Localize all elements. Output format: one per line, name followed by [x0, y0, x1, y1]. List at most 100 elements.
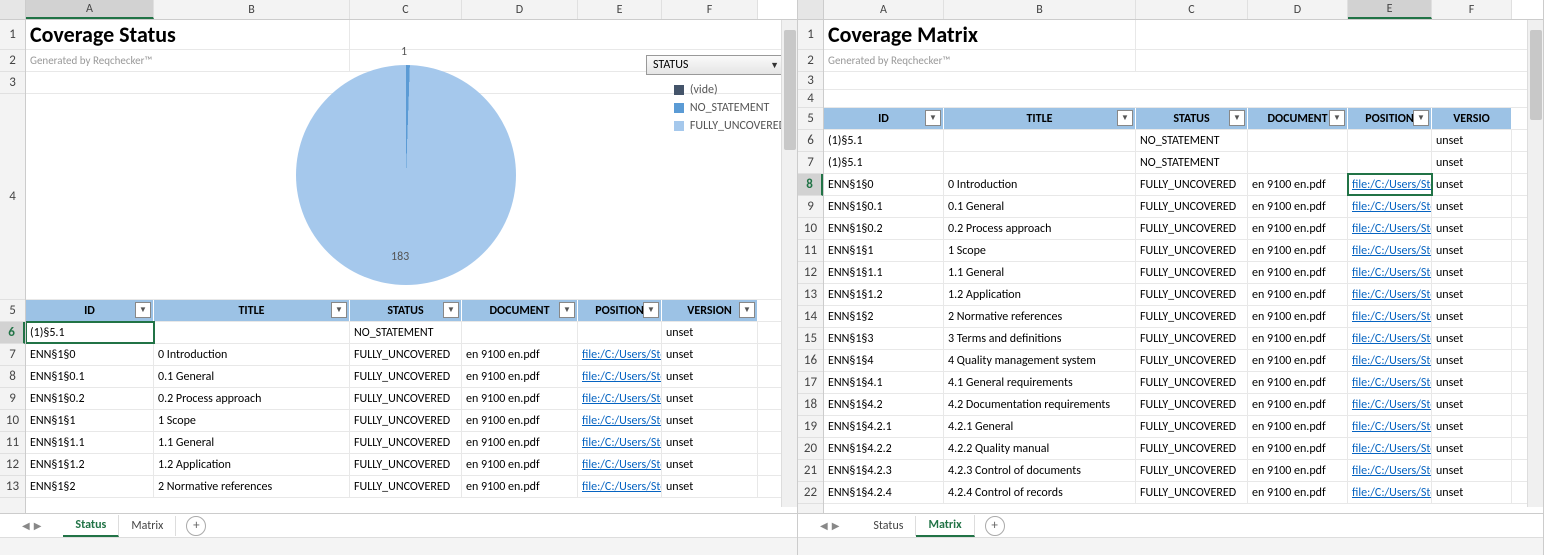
cell[interactable]: ENN§1§4.2.4: [824, 482, 944, 503]
file-link[interactable]: file:/C:/Users/Ste: [582, 414, 662, 428]
file-link[interactable]: file:/C:/Users/Ste: [1352, 354, 1432, 368]
cell[interactable]: unset: [662, 388, 758, 409]
filter-dropdown-icon[interactable]: ▼: [1413, 110, 1429, 126]
cell[interactable]: ENN§1§3: [824, 328, 944, 349]
cell[interactable]: 2 Normative references: [154, 476, 350, 497]
spreadsheet-grid[interactable]: 1 183 STATUS ▼ (vide)NO_STATEMENTFULLY_U…: [26, 20, 797, 513]
cell[interactable]: 0.2 Process approach: [154, 388, 350, 409]
row-header-12[interactable]: 12: [0, 454, 25, 476]
cell[interactable]: file:/C:/Users/Ste: [1348, 482, 1432, 503]
file-link[interactable]: file:/C:/Users/Ste: [582, 348, 662, 362]
row-header-18[interactable]: 18: [798, 394, 823, 416]
cell[interactable]: file:/C:/Users/Ste: [578, 432, 662, 453]
cell[interactable]: 4.2.1 General: [944, 416, 1136, 437]
cell[interactable]: file:/C:/Users/Ste: [578, 388, 662, 409]
row-header-9[interactable]: 9: [0, 388, 25, 410]
column-header-F[interactable]: F: [1432, 0, 1512, 19]
cell[interactable]: FULLY_UNCOVERED: [350, 476, 462, 497]
file-link[interactable]: file:/C:/Users/Ste: [582, 436, 662, 450]
cell[interactable]: file:/C:/Users/Ste: [578, 476, 662, 497]
column-header-B[interactable]: B: [944, 0, 1136, 19]
cell[interactable]: file:/C:/Users/Ste: [1348, 328, 1432, 349]
table-header-position[interactable]: POSITION▼: [578, 300, 662, 321]
cell[interactable]: [944, 152, 1136, 173]
row-header-11[interactable]: 11: [0, 432, 25, 454]
cell[interactable]: FULLY_UNCOVERED: [1136, 460, 1248, 481]
table-header-version[interactable]: VERSION▼: [662, 300, 758, 321]
cell[interactable]: unset: [1432, 262, 1512, 283]
table-header-title[interactable]: TITLE▼: [154, 300, 350, 321]
filter-dropdown-icon[interactable]: ▼: [331, 302, 347, 318]
cell[interactable]: ENN§1§0: [824, 174, 944, 195]
cell[interactable]: 0.1 General: [944, 196, 1136, 217]
cell[interactable]: en 9100 en.pdf: [1248, 350, 1348, 371]
cell[interactable]: FULLY_UNCOVERED: [1136, 482, 1248, 503]
row-header-5[interactable]: 5: [798, 108, 823, 130]
cell[interactable]: file:/C:/Users/Ste: [578, 454, 662, 475]
file-link[interactable]: file:/C:/Users/Ste: [582, 392, 662, 406]
cell[interactable]: file:/C:/Users/Ste: [578, 410, 662, 431]
cell[interactable]: file:/C:/Users/Ste: [578, 366, 662, 387]
cell[interactable]: FULLY_UNCOVERED: [350, 432, 462, 453]
select-all-corner[interactable]: [798, 0, 824, 19]
cell[interactable]: 1.1 General: [944, 262, 1136, 283]
row-header-8[interactable]: 8: [0, 366, 25, 388]
cell[interactable]: FULLY_UNCOVERED: [1136, 438, 1248, 459]
cell[interactable]: unset: [1432, 482, 1512, 503]
column-header-C[interactable]: C: [350, 0, 462, 19]
vertical-scrollbar[interactable]: [781, 20, 797, 507]
cell[interactable]: en 9100 en.pdf: [1248, 328, 1348, 349]
cell[interactable]: file:/C:/Users/Ste: [1348, 196, 1432, 217]
cell[interactable]: 2 Normative references: [944, 306, 1136, 327]
cell[interactable]: [578, 322, 662, 343]
cell[interactable]: en 9100 en.pdf: [1248, 394, 1348, 415]
cell[interactable]: FULLY_UNCOVERED: [1136, 416, 1248, 437]
file-link[interactable]: file:/C:/Users/Ste: [1352, 442, 1432, 456]
cell[interactable]: unset: [662, 454, 758, 475]
cell[interactable]: en 9100 en.pdf: [1248, 284, 1348, 305]
cell[interactable]: file:/C:/Users/Ste: [1348, 262, 1432, 283]
cell[interactable]: unset: [1432, 460, 1512, 481]
cell[interactable]: ENN§1§2: [824, 306, 944, 327]
row-header-7[interactable]: 7: [798, 152, 823, 174]
cell[interactable]: (1)§5.1: [824, 130, 944, 151]
file-link[interactable]: file:/C:/Users/Ste: [1352, 398, 1432, 412]
sheet-tab-matrix[interactable]: Matrix: [916, 515, 974, 537]
cell[interactable]: 0 Introduction: [944, 174, 1136, 195]
cell[interactable]: 4.2.4 Control of records: [944, 482, 1136, 503]
row-header-1[interactable]: 1: [798, 20, 823, 50]
filter-dropdown-icon[interactable]: ▼: [643, 302, 659, 318]
row-header-14[interactable]: 14: [798, 306, 823, 328]
row-header-4[interactable]: 4: [0, 94, 25, 300]
cell[interactable]: 0.2 Process approach: [944, 218, 1136, 239]
row-header-7[interactable]: 7: [0, 344, 25, 366]
cell[interactable]: FULLY_UNCOVERED: [350, 454, 462, 475]
cell[interactable]: ENN§1§1: [824, 240, 944, 261]
cell[interactable]: (1)§5.1: [824, 152, 944, 173]
filter-dropdown-icon[interactable]: ▼: [1117, 110, 1133, 126]
cell[interactable]: en 9100 en.pdf: [462, 410, 578, 431]
file-link[interactable]: file:/C:/Users/Ste: [1352, 244, 1432, 258]
cell[interactable]: file:/C:/Users/Ste: [1348, 174, 1432, 195]
cell[interactable]: en 9100 en.pdf: [1248, 262, 1348, 283]
cell[interactable]: FULLY_UNCOVERED: [1136, 350, 1248, 371]
sheet-tab-status[interactable]: Status: [63, 515, 119, 537]
row-header-17[interactable]: 17: [798, 372, 823, 394]
cell[interactable]: ENN§1§1: [26, 410, 154, 431]
row-header-6[interactable]: 6: [798, 130, 823, 152]
cell[interactable]: ENN§1§0.1: [26, 366, 154, 387]
cell[interactable]: ENN§1§0: [26, 344, 154, 365]
file-link[interactable]: file:/C:/Users/Ste: [1352, 200, 1432, 214]
filter-dropdown-icon[interactable]: ▼: [443, 302, 459, 318]
cell[interactable]: [154, 322, 350, 343]
cell[interactable]: unset: [662, 410, 758, 431]
row-header-13[interactable]: 13: [798, 284, 823, 306]
cell[interactable]: unset: [1432, 152, 1512, 173]
row-header-5[interactable]: 5: [0, 300, 25, 322]
cell[interactable]: (1)§5.1: [26, 322, 154, 343]
file-link[interactable]: file:/C:/Users/Ste: [1352, 486, 1432, 500]
cell[interactable]: [1348, 152, 1432, 173]
cell[interactable]: unset: [662, 432, 758, 453]
vertical-scrollbar[interactable]: [1527, 20, 1543, 507]
cell[interactable]: 1.2 Application: [944, 284, 1136, 305]
